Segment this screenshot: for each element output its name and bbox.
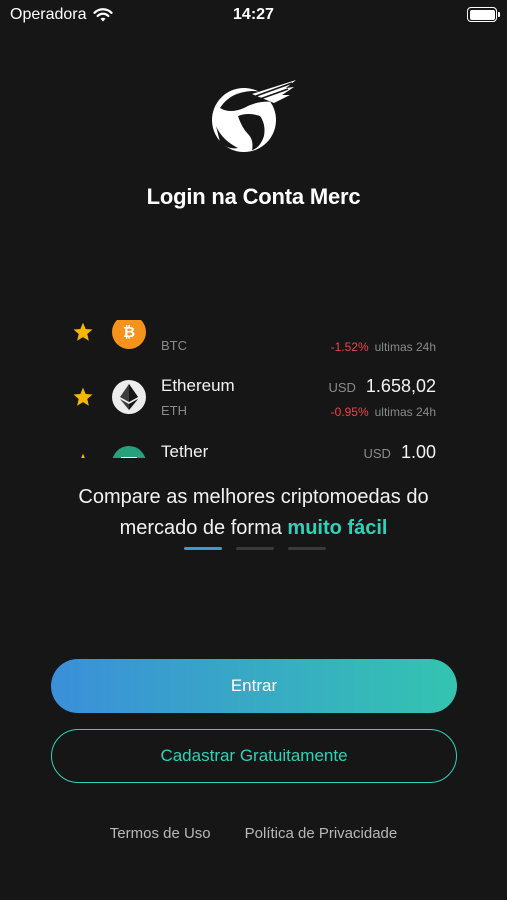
ethereum-icon — [112, 380, 146, 414]
signup-button[interactable]: Cadastrar Gratuitamente — [51, 729, 457, 783]
star-icon — [73, 322, 93, 341]
privacy-link[interactable]: Política de Privacidade — [245, 825, 398, 842]
terms-link[interactable]: Termos de Uso — [110, 825, 211, 842]
coin-price: USD 1.658,02 — [328, 376, 436, 397]
login-button[interactable]: Entrar — [51, 659, 457, 713]
coin-name: Tether — [161, 442, 209, 458]
onboarding-tagline: Compare as melhores criptomoedas do merc… — [0, 482, 507, 544]
coin-name: Ethereum — [161, 376, 235, 395]
page-indicator — [184, 547, 326, 550]
star-icon — [81, 453, 85, 458]
tagline-line-2: mercado de forma muito fácil — [119, 517, 388, 539]
price-value: 1,00 — [400, 442, 436, 458]
tagline-line-1: Compare as melhores criptomoedas do — [78, 486, 429, 508]
page-dot-3[interactable] — [288, 547, 326, 550]
status-time: 14:27 — [233, 6, 274, 23]
price-currency: USD — [363, 446, 391, 458]
tether-icon — [112, 446, 146, 458]
coin-symbol: BTC — [161, 338, 187, 353]
coin-price: USD 1,00 — [364, 442, 437, 458]
price-value: 1.658,02 — [365, 376, 436, 396]
coin-list-preview: ₿ BTC -1.52% ultimas 24h Ethereum ETH US… — [60, 320, 450, 458]
page-title: Login na Conta Merc — [146, 184, 361, 209]
coin-change: -1.52% ultimas 24h — [330, 340, 436, 354]
list-item: Ethereum ETH USD 1.658,02 -0.95% ultimas… — [60, 368, 450, 428]
coin-change: -0.95% ultimas 24h — [330, 405, 436, 419]
page-dot-2[interactable] — [236, 547, 274, 550]
coin-symbol: ETH — [161, 403, 187, 418]
status-bar: Operadora 14:27 — [0, 0, 507, 30]
footer-links: Termos de Uso Política de Privacidade — [0, 825, 507, 842]
list-item: Tether USD 1,00 — [60, 434, 450, 458]
page-dot-1[interactable] — [184, 547, 222, 550]
merc-logo — [212, 80, 296, 152]
bitcoin-icon: ₿ — [112, 320, 146, 349]
svg-text:₿: ₿ — [123, 323, 135, 341]
battery-icon — [467, 7, 500, 22]
price-currency: USD — [328, 380, 356, 395]
star-icon — [73, 387, 93, 406]
list-item: ₿ BTC -1.52% ultimas 24h — [60, 320, 450, 363]
tagline-highlight: muito fácil — [287, 517, 388, 539]
